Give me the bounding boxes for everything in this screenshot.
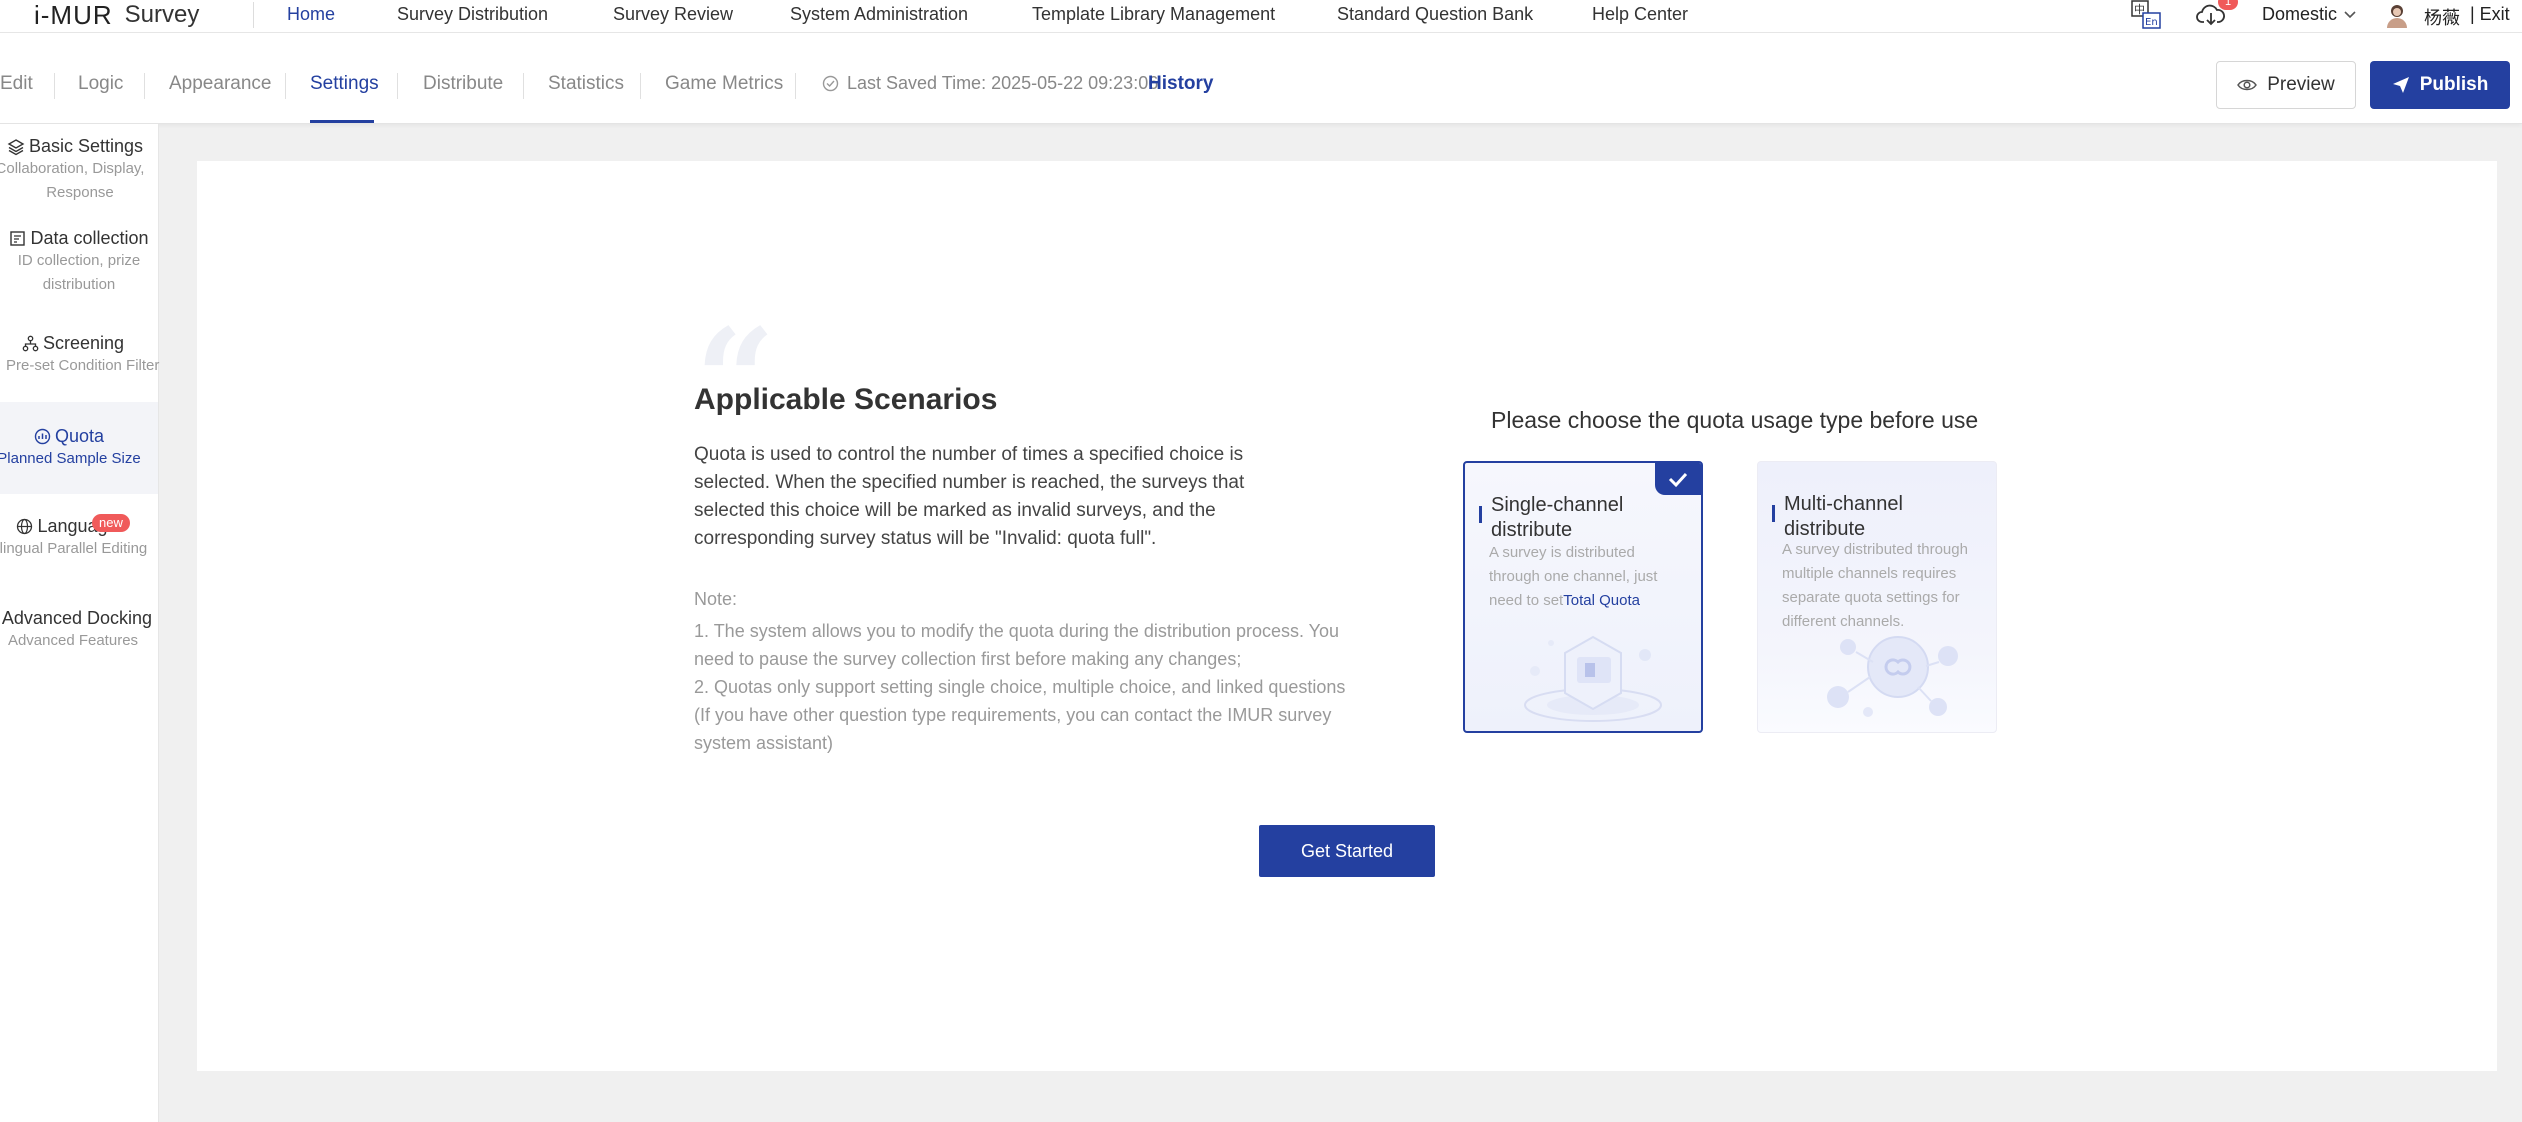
tab-divider <box>285 73 286 99</box>
logo-divider <box>253 2 254 28</box>
check-icon <box>1668 472 1688 488</box>
selected-check-badge <box>1655 463 1701 495</box>
nav-template-library[interactable]: Template Library Management <box>1032 4 1275 25</box>
quota-icon <box>34 428 51 445</box>
sidebar-item-advanced-docking[interactable]: Advanced Docking Advanced Features <box>0 608 152 653</box>
svg-text:En: En <box>2145 17 2158 28</box>
note-line: 2. Quotas only support setting single ch… <box>694 677 1346 697</box>
tab-divider <box>54 73 55 99</box>
tab-divider <box>397 73 398 99</box>
option-title-text: Single-channel distribute <box>1491 494 1624 541</box>
note-line: system assistant) <box>694 733 834 753</box>
exit-link[interactable]: | Exit <box>2470 4 2510 25</box>
note-heading: Note: <box>694 589 738 609</box>
chevron-down-icon <box>2344 10 2356 18</box>
publish-button[interactable]: Publish <box>2370 61 2510 109</box>
single-channel-option[interactable]: Single-channel distribute A survey is di… <box>1463 461 1703 733</box>
notification-badge: 1 <box>2218 0 2238 10</box>
note-line: 1. The system allows you to modify the q… <box>694 621 1340 641</box>
note-line: need to pause the survey collection firs… <box>694 649 1242 669</box>
check-circle-icon <box>822 75 839 92</box>
tab-statistics[interactable]: Statistics <box>548 73 624 95</box>
option-title: Single-channel distribute <box>1479 493 1681 543</box>
logo[interactable]: i-MUR Survey <box>34 0 199 30</box>
active-tab-indicator <box>310 120 374 123</box>
sidebar-item-language[interactable]: Language new Multilingual Parallel Editi… <box>0 514 148 561</box>
option-title-bar <box>1772 505 1775 522</box>
nav-home[interactable]: Home <box>287 4 335 25</box>
tab-settings[interactable]: Settings <box>310 73 379 95</box>
user-avatar-icon[interactable] <box>2384 2 2410 28</box>
single-channel-illustration-icon <box>1524 635 1662 722</box>
language-switch-icon[interactable]: 中 En <box>2130 0 2162 30</box>
multi-channel-option[interactable]: Multi-channel distribute A survey distri… <box>1757 461 1997 733</box>
multi-channel-illustration-icon <box>1827 636 1958 717</box>
nav-survey-review[interactable]: Survey Review <box>613 4 733 25</box>
note-line: (If you have other question type require… <box>694 705 1332 725</box>
last-saved-status: Last Saved Time: 2025-05-22 09:23:06 <box>822 73 1158 94</box>
preview-label: Preview <box>2267 74 2335 95</box>
history-link[interactable]: History <box>1148 73 1213 95</box>
tab-game-metrics[interactable]: Game Metrics <box>665 73 783 95</box>
sidebar-item-sub: Pre-set Condition Filter <box>6 357 160 374</box>
sidebar-item-sub: Collaboration, Display, <box>0 160 145 177</box>
tab-edit[interactable]: Edit <box>0 73 33 95</box>
tab-divider <box>523 73 524 99</box>
sidebar-item-label: Screening <box>42 333 125 353</box>
sidebar-item-sub: distribution <box>42 276 116 293</box>
option-title: Multi-channel distribute <box>1772 492 1974 542</box>
nav-help-center[interactable]: Help Center <box>1592 4 1688 25</box>
tab-appearance[interactable]: Appearance <box>169 73 271 95</box>
option-title-text: Multi-channel distribute <box>1784 493 1903 540</box>
new-badge: new <box>92 514 130 532</box>
tab-divider <box>640 73 641 99</box>
region-label: Domestic <box>2262 4 2338 24</box>
logo-mark: i-MUR <box>34 0 113 30</box>
sidebar-item-label: Quota <box>54 426 105 446</box>
quote-mark-decoration: “ <box>695 299 776 463</box>
form-icon <box>10 231 26 246</box>
tab-logic[interactable]: Logic <box>78 73 123 95</box>
quota-intro-card: “ Applicable Scenarios Quota is used to … <box>197 161 2497 1071</box>
sidebar-item-screening[interactable]: Screening Pre-set Condition Filter <box>0 333 160 378</box>
sidebar-item-label: Basic Settings <box>28 136 144 156</box>
sidebar-item-sub: Advanced Features <box>7 632 139 649</box>
user-name[interactable]: 杨薇 <box>2424 4 2460 30</box>
page-title: Applicable Scenarios <box>694 383 998 416</box>
eye-icon <box>2237 79 2258 91</box>
sidebar-item-sub: Planned Sample Size <box>0 450 141 467</box>
settings-sidebar: Basic Settings Collaboration, Display, R… <box>0 124 159 1122</box>
sidebar-item-quota[interactable]: Quota Planned Sample Size <box>0 402 158 494</box>
globe-icon <box>17 518 33 535</box>
option-title-bar <box>1479 506 1482 523</box>
nav-survey-distribution[interactable]: Survey Distribution <box>397 4 548 25</box>
last-saved-text: Last Saved Time: 2025-05-22 09:23:06 <box>847 73 1159 93</box>
tab-distribute[interactable]: Distribute <box>423 73 503 95</box>
sidebar-item-label: Advanced Docking <box>1 608 152 628</box>
layers-icon <box>7 138 25 155</box>
sidebar-item-sub: ID collection, prize <box>17 252 141 269</box>
tree-icon <box>22 335 39 352</box>
nav-system-administration[interactable]: System Administration <box>790 4 968 25</box>
region-dropdown[interactable]: Domestic <box>2262 4 2357 25</box>
send-icon <box>2392 77 2409 93</box>
top-navigation: i-MUR Survey Home Survey Distribution Su… <box>0 0 2522 33</box>
sidebar-item-sub: Response <box>46 184 114 201</box>
sidebar-item-label: Data collection <box>30 228 149 248</box>
publish-label: Publish <box>2419 74 2489 95</box>
choose-type-title: Please choose the quota usage type befor… <box>1491 407 1979 433</box>
tab-divider <box>795 73 796 99</box>
sidebar-item-basic-settings[interactable]: Basic Settings Collaboration, Display, R… <box>0 136 154 205</box>
sidebar-item-data-collection[interactable]: Data collection ID collection, prize dis… <box>0 228 158 297</box>
sidebar-item-sub: Multilingual Parallel Editing <box>0 540 148 557</box>
preview-button[interactable]: Preview <box>2216 61 2356 109</box>
option-description: A survey is distributed through one chan… <box>1489 541 1689 613</box>
option-desc-highlight: Total Quota <box>1563 592 1640 609</box>
editor-toolbar: Edit Logic Appearance Settings Distribut… <box>0 33 2522 124</box>
get-started-button[interactable]: Get Started <box>1259 825 1435 877</box>
quota-description: Quota is used to control the number of t… <box>694 444 1245 549</box>
nav-standard-question-bank[interactable]: Standard Question Bank <box>1337 4 1533 25</box>
tab-divider <box>144 73 145 99</box>
logo-text: Survey <box>124 1 200 28</box>
